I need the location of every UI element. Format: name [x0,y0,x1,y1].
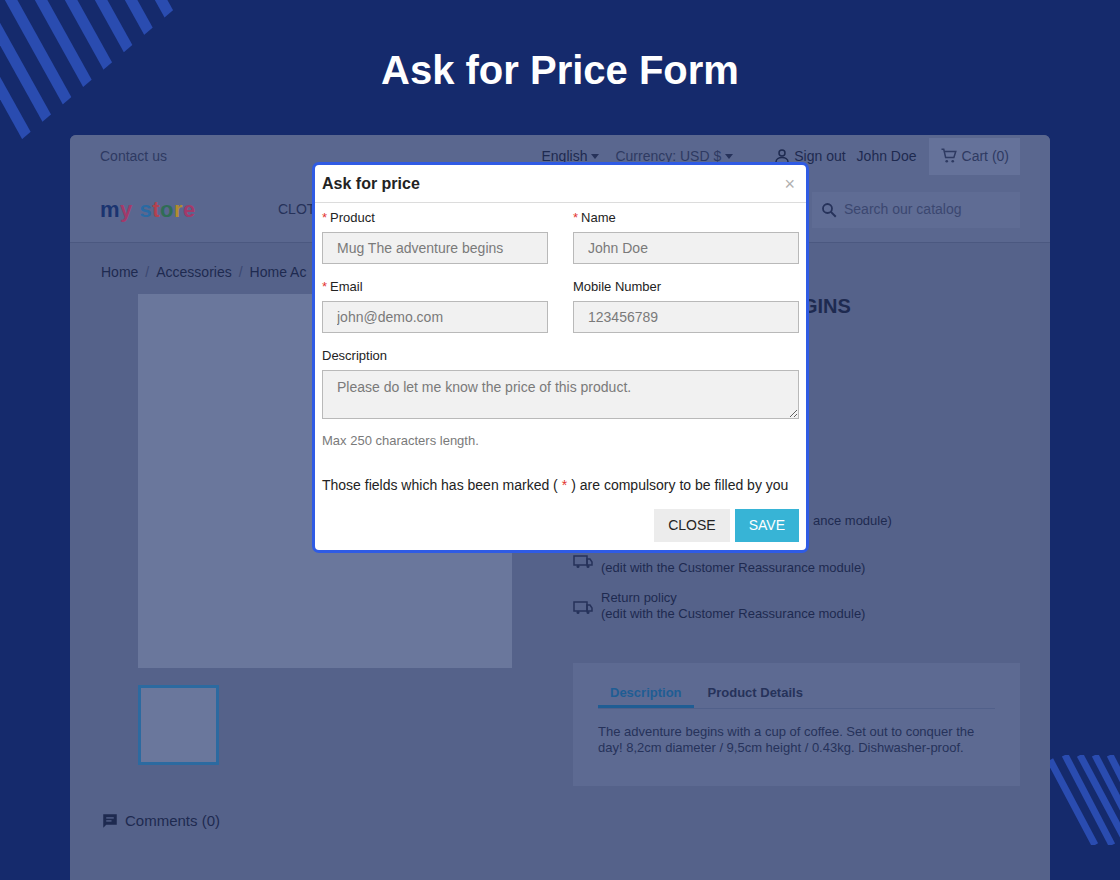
close-button[interactable]: CLOSE [654,509,729,542]
description-textarea[interactable] [322,370,799,419]
reassurance-text: Return policy(edit with the Customer Rea… [601,590,865,622]
page-title: Ask for Price Form [70,0,1050,135]
field-label: *Product [322,210,548,226]
text-input[interactable] [573,301,799,333]
menu-item[interactable]: CLOT [278,199,315,220]
reassurance-line: (edit with the Customer Reassurance modu… [601,560,865,576]
caret-icon [725,154,733,159]
search-box [812,192,1020,228]
field-label: *Email [322,279,548,295]
reassurance-line: (edit with the Customer Reassurance modu… [601,606,865,622]
field-label-text: Product [330,210,375,225]
reassurance-icon [573,599,593,615]
required-mark: * [322,210,327,225]
modal-title: Ask for price [322,174,420,194]
cart-button[interactable]: Cart (0) [929,138,1020,175]
reassurance-item: Return policy(edit with the Customer Rea… [573,590,1020,622]
length-hint: Max 250 characters length. [322,433,799,449]
store-screenshot: Contact us English Currency: USD $ Sign … [70,135,1050,880]
form-field: *Email [322,279,548,333]
required-mark: * [573,210,578,225]
field-label-text: Description [322,348,387,363]
stripes-decoration-icon [1050,755,1120,845]
breadcrumb-separator: / [239,263,243,281]
note-text: ) are compulsory to be filled by you [571,477,788,493]
modal-footer: CLOSESAVE [322,509,799,542]
cart-icon [940,147,958,165]
field-label: Description [322,348,799,364]
field-label: Mobile Number [573,279,799,295]
close-icon[interactable]: × [780,175,799,193]
required-mark: * [322,279,327,294]
top-menu: CLOT [278,199,315,220]
thumbnail[interactable] [138,685,219,765]
field-label-text: Email [330,279,363,294]
form-field: *Product [322,210,548,264]
form-field: Description [322,348,799,419]
contact-link[interactable]: Contact us [100,146,167,167]
product-title: GINS [802,294,1020,318]
text-input[interactable] [322,232,548,264]
text-input[interactable] [573,232,799,264]
comments-label: Comments (0) [125,810,220,833]
cart-label: Cart (0) [962,146,1009,167]
required-note: Those fields which has been marked (*) a… [322,477,799,494]
note-text: Those fields which has been marked ( [322,477,558,493]
ask-price-modal: Ask for price × *Product*Name*EmailMobil… [312,162,809,553]
product-tabs: DescriptionProduct Details The adventure… [573,663,1020,786]
form-field: Mobile Number [573,279,799,333]
thumbnail-list [101,668,573,765]
comment-icon [101,812,119,830]
reassurance-text: (edit with the Customer Reassurance modu… [601,553,865,576]
breadcrumb-item[interactable]: Accessories [156,263,231,281]
reassurance-line: Return policy [601,590,865,606]
user-name[interactable]: John Doe [857,146,917,167]
comments-link[interactable]: Comments (0) [101,810,1020,833]
text-input[interactable] [322,301,548,333]
form-fields: *Product*Name*EmailMobile NumberDescript… [322,210,799,419]
modal-body: *Product*Name*EmailMobile NumberDescript… [315,203,806,550]
tab-bar: DescriptionProduct Details [598,685,995,709]
field-label-text: Mobile Number [573,279,661,294]
breadcrumb-separator: / [145,263,149,281]
search-icon [820,201,838,219]
reassurance-item: (edit with the Customer Reassurance modu… [573,553,1020,576]
form-field: *Name [573,210,799,264]
store-logo[interactable]: my store [100,197,278,223]
product-tab[interactable]: Description [598,685,694,708]
breadcrumb-item[interactable]: Home Ac [250,263,307,281]
product-description: The adventure begins with a cup of coffe… [598,724,995,756]
field-label: *Name [573,210,799,226]
save-button[interactable]: SAVE [735,509,799,542]
reassurance-line: ance module) [813,513,892,529]
breadcrumb-item[interactable]: Home [101,263,138,281]
modal-header: Ask for price × [315,165,806,203]
product-tab[interactable]: Product Details [696,685,815,708]
caret-icon [591,154,599,159]
required-mark: * [562,477,567,493]
field-label-text: Name [581,210,616,225]
reassurance-icon [573,553,593,569]
search-input[interactable] [844,199,1012,220]
